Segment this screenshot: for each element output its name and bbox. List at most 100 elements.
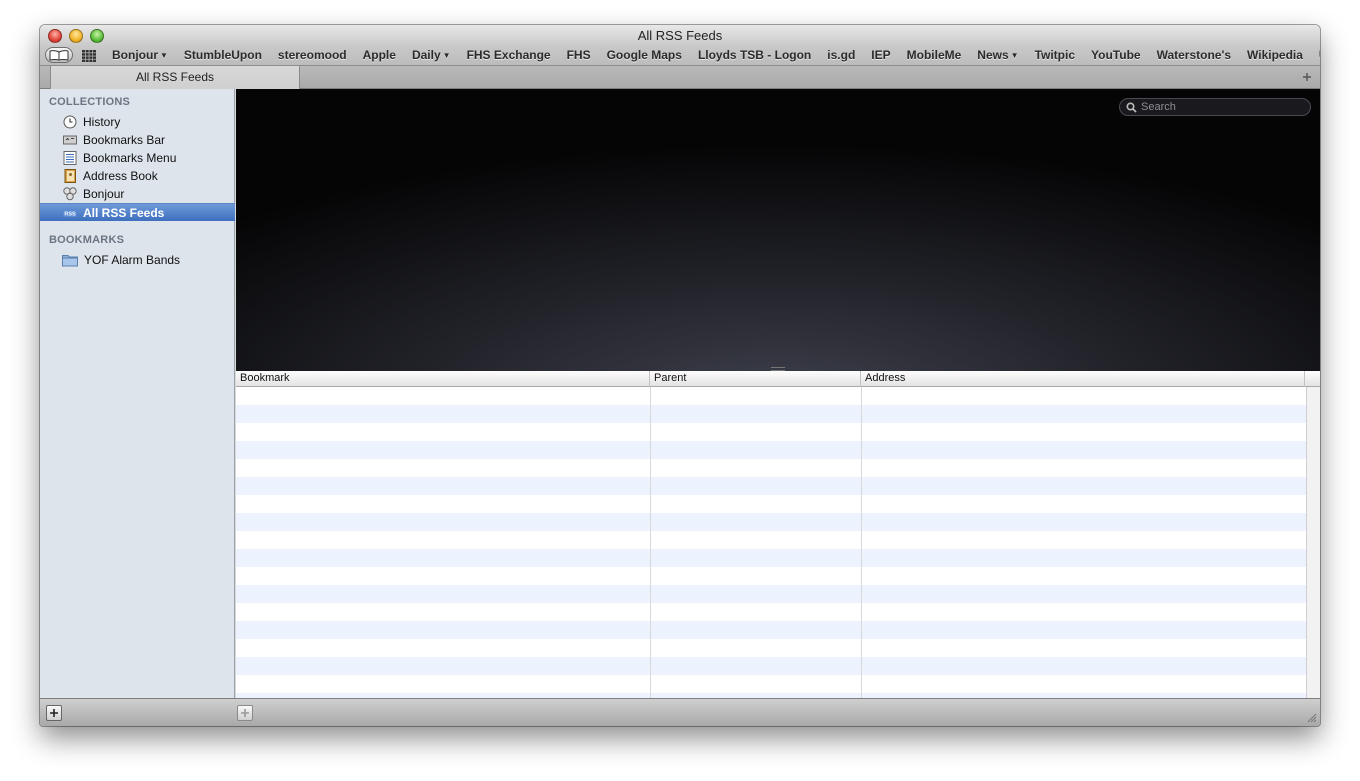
- sidebar-item-history[interactable]: History: [40, 113, 235, 131]
- bookmark-bar-item-label: StumbleUpon: [183, 48, 262, 62]
- bookmark-bar-item[interactable]: IEP: [863, 47, 898, 65]
- bookmark-bar-item[interactable]: FHS: [559, 47, 599, 65]
- sidebar-item-bookmarks-menu[interactable]: Bookmarks Menu: [40, 149, 235, 167]
- sidebar-item-address-book[interactable]: Address Book: [40, 167, 235, 185]
- sidebar-item-all-rss-feeds[interactable]: RSS All RSS Feeds: [40, 203, 235, 221]
- sidebar-item-bonjour[interactable]: Bonjour: [40, 185, 235, 203]
- bookmark-bar-item-label: FHS Exchange: [466, 48, 551, 62]
- sidebar-item-label: Address Book: [83, 169, 158, 183]
- bookmark-bar-item-label: Bonjour: [112, 48, 158, 62]
- vertical-scrollbar[interactable]: [1306, 387, 1320, 698]
- bookmark-bar-item-label: stereomood: [277, 48, 347, 62]
- add-bookmark-folder-button[interactable]: [237, 705, 253, 721]
- bookmark-bar-item[interactable]: UCAS: [1311, 47, 1320, 65]
- bookmark-bar-item[interactable]: Apple: [355, 47, 404, 65]
- bookmark-bar-item[interactable]: is.gd: [819, 47, 863, 65]
- folder-icon: [62, 255, 78, 267]
- rss-icon: RSS: [63, 208, 77, 217]
- table-row: [236, 405, 1306, 423]
- plus-icon: [241, 709, 249, 717]
- bookmark-bar-item[interactable]: Wikipedia: [1239, 47, 1311, 65]
- add-collection-button[interactable]: [46, 705, 62, 721]
- sidebar-item-label: Bookmarks Bar: [83, 133, 166, 147]
- bottom-bar: [40, 698, 1320, 726]
- bookmark-bar-item[interactable]: Bonjour ▼: [104, 47, 176, 65]
- table-row: [236, 513, 1306, 531]
- collections-header: COLLECTIONS: [49, 96, 131, 108]
- clock-icon: [63, 115, 77, 129]
- bookmarks-bar: Bonjour ▼ StumbleUpon stereomood Apple Daily ▼…: [40, 45, 1320, 65]
- sidebar: COLLECTIONS History Bookmarks Bar Bookma…: [40, 89, 235, 698]
- chevron-down-icon: ▼: [160, 51, 168, 60]
- address-book-icon: [64, 169, 76, 183]
- sidebar-item-label: Bookmarks Menu: [83, 151, 177, 165]
- column-header-address[interactable]: Address: [861, 371, 1305, 387]
- chevron-down-icon: ▼: [1010, 51, 1019, 60]
- svg-text:RSS: RSS: [64, 211, 76, 217]
- cover-flow-view: [236, 89, 1320, 371]
- bookmark-bar-item[interactable]: FHS Exchange: [459, 47, 559, 65]
- bookmark-bar-item-label: News: [977, 48, 1009, 62]
- sidebar-item-bookmarks-bar[interactable]: Bookmarks Bar: [40, 131, 235, 149]
- bonjour-icon: [63, 187, 77, 201]
- table-row: [236, 567, 1306, 585]
- bookmarks-bar-items: Bonjour ▼ StumbleUpon stereomood Apple Daily ▼…: [104, 47, 1320, 65]
- table-row: [236, 495, 1306, 513]
- plus-icon: [50, 709, 58, 717]
- bookmark-bar-item[interactable]: StumbleUpon: [176, 47, 270, 65]
- search-field[interactable]: [1119, 98, 1311, 116]
- open-book-icon: [49, 49, 69, 61]
- bookmark-bar-item[interactable]: Twitpic: [1027, 47, 1083, 65]
- table-row: [236, 657, 1306, 675]
- search-input[interactable]: [1141, 101, 1301, 113]
- bookmark-bar-item-label: Apple: [362, 48, 396, 62]
- show-all-bookmarks-button[interactable]: [45, 47, 73, 63]
- column-header-bookmark[interactable]: Bookmark: [236, 371, 650, 387]
- table-row: [236, 639, 1306, 657]
- table-row: [236, 585, 1306, 603]
- tab-all-rss-feeds[interactable]: All RSS Feeds: [50, 66, 300, 89]
- table-row: [236, 423, 1306, 441]
- bookmark-bar-item-label: is.gd: [827, 48, 856, 62]
- sidebar-item-label: YOF Alarm Bands: [84, 253, 181, 267]
- window-title: All RSS Feeds: [637, 28, 723, 43]
- sidebar-item-label: All RSS Feeds: [83, 205, 165, 220]
- bookmark-bar-item-label: Twitpic: [1034, 48, 1076, 62]
- bookmarks-header: BOOKMARKS: [49, 234, 125, 246]
- bookmark-bar-item-label: Waterstone's: [1156, 48, 1232, 62]
- bookmark-bar-item-label: UCAS: [1319, 48, 1320, 62]
- bookmark-bar-item-label: MobileMe: [906, 48, 962, 62]
- bookmark-bar-item-label: Google Maps: [606, 48, 682, 62]
- bookmark-bar-item[interactable]: stereomood: [270, 47, 355, 65]
- bookmark-bar-item-label: IEP: [871, 48, 891, 62]
- title-bar: All RSS Feeds Bonjour ▼ StumbleUpon ster…: [40, 25, 1320, 65]
- table-row: [236, 387, 1306, 405]
- resize-grip-icon[interactable]: [1306, 712, 1317, 723]
- top-sites-button[interactable]: [82, 49, 96, 62]
- tab-bar: All RSS Feeds: [40, 65, 1320, 89]
- bookmark-bar-item-label: Lloyds TSB - Logon: [697, 48, 812, 62]
- bookmark-bar-item-label: YouTube: [1091, 48, 1141, 62]
- new-tab-button[interactable]: [1302, 69, 1312, 85]
- table-row: [236, 549, 1306, 567]
- split-view-handle[interactable]: [770, 359, 786, 371]
- column-header-parent[interactable]: Parent: [650, 371, 861, 387]
- bookmark-bar-item[interactable]: Daily ▼: [404, 47, 459, 65]
- table-row: [236, 603, 1306, 621]
- bookmarks-menu-icon: [63, 151, 77, 165]
- plus-icon: [1303, 73, 1311, 81]
- bookmarks-bar-icon: [63, 135, 77, 145]
- column-divider: [861, 387, 862, 698]
- table-row: [236, 621, 1306, 639]
- bookmark-bar-item[interactable]: News ▼: [969, 47, 1026, 65]
- bookmark-bar-item[interactable]: Waterstone's: [1149, 47, 1239, 65]
- bookmark-bar-item[interactable]: MobileMe: [899, 47, 970, 65]
- sidebar-item-yof-alarm-bands[interactable]: YOF Alarm Bands: [40, 251, 235, 269]
- bookmark-bar-item[interactable]: YouTube: [1083, 47, 1149, 65]
- bookmark-bar-item-label: FHS: [566, 48, 591, 62]
- bookmark-bar-item[interactable]: Lloyds TSB - Logon: [690, 47, 819, 65]
- bookmark-bar-item[interactable]: Google Maps: [599, 47, 690, 65]
- grid-icon: [82, 50, 96, 62]
- sidebar-item-label: Bonjour: [83, 187, 125, 201]
- table-row: [236, 459, 1306, 477]
